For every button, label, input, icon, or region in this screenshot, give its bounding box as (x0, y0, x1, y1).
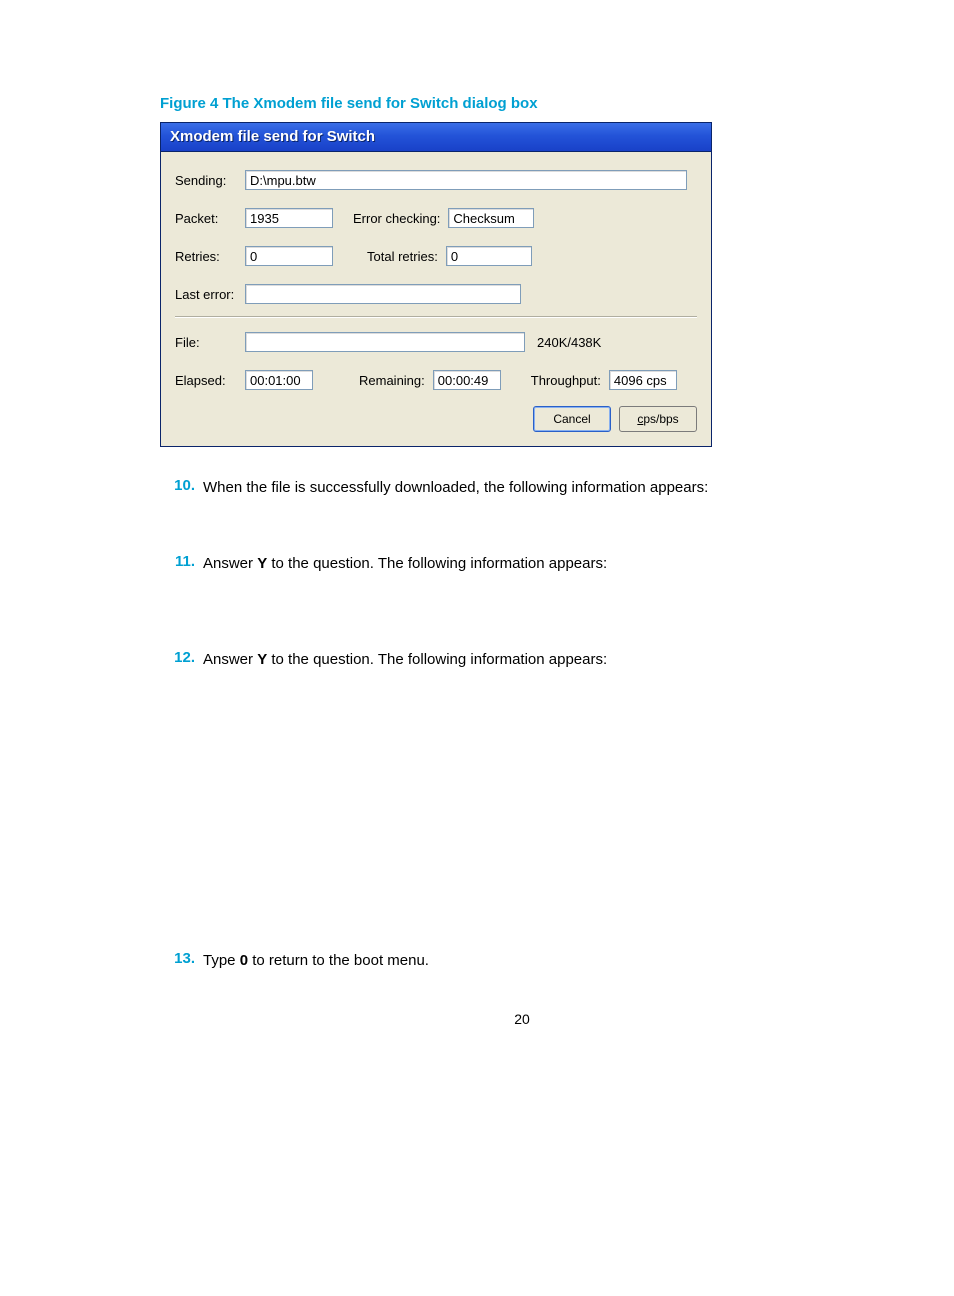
step-text-before: Type (203, 952, 240, 969)
label-error-checking: Error checking: (353, 211, 440, 226)
cpsbps-button[interactable]: cps/bps (619, 406, 697, 432)
xmodem-dialog: Xmodem file send for Switch Sending: D:\… (160, 122, 712, 447)
step-text-before: Answer (203, 555, 257, 572)
row-last-error: Last error: (175, 284, 697, 304)
field-remaining: 00:00:49 (433, 370, 501, 390)
row-packet: Packet: 1935 Error checking: Checksum (175, 208, 697, 228)
row-elapsed: Elapsed: 00:01:00 Remaining: 00:00:49 Th… (175, 370, 697, 390)
field-last-error (245, 284, 521, 304)
step-text-after: to return to the boot menu. (248, 952, 429, 969)
step-text: Answer Y to the question. The following … (203, 553, 884, 574)
row-retries: Retries: 0 Total retries: 0 (175, 246, 697, 266)
step-number: 10. (160, 477, 195, 498)
step-text: Answer Y to the question. The following … (203, 649, 884, 670)
label-elapsed: Elapsed: (175, 373, 245, 388)
step-text: When the file is successfully downloaded… (203, 477, 884, 498)
cpsbps-rest: ps/bps (643, 412, 678, 426)
field-throughput: 4096 cps (609, 370, 677, 390)
step-text-after: to the question. The following informati… (267, 651, 607, 668)
label-retries: Retries: (175, 249, 245, 264)
step-12: 12. Answer Y to the question. The follow… (160, 649, 884, 670)
step-text-before: When the file is successfully downloaded… (203, 479, 708, 496)
step-number: 13. (160, 950, 195, 971)
step-number: 11. (160, 553, 195, 574)
step-10: 10. When the file is successfully downlo… (160, 477, 884, 498)
step-number: 12. (160, 649, 195, 670)
dialog-title-bar: Xmodem file send for Switch (161, 123, 711, 152)
field-progress (245, 332, 525, 352)
cancel-button[interactable]: Cancel (533, 406, 611, 432)
step-text: Type 0 to return to the boot menu. (203, 950, 884, 971)
label-remaining: Remaining: (359, 373, 425, 388)
label-throughput: Throughput: (531, 373, 601, 388)
step-text-after: to the question. The following informati… (267, 555, 607, 572)
step-13: 13. Type 0 to return to the boot menu. (160, 950, 884, 971)
label-packet: Packet: (175, 211, 245, 226)
field-total-retries: 0 (446, 246, 532, 266)
figure-caption: Figure 4 The Xmodem file send for Switch… (160, 95, 884, 112)
step-text-before: Answer (203, 651, 257, 668)
label-sending: Sending: (175, 173, 245, 188)
row-sending: Sending: D:\mpu.btw (175, 170, 697, 190)
step-text-bold: Y (257, 651, 267, 668)
field-retries: 0 (245, 246, 333, 266)
label-total-retries: Total retries: (367, 249, 438, 264)
label-last-error: Last error: (175, 287, 245, 302)
row-file: File: 240K/438K (175, 332, 697, 352)
step-text-bold: Y (257, 555, 267, 572)
page-number: 20 (160, 1011, 884, 1027)
field-sending: D:\mpu.btw (245, 170, 687, 190)
field-packet: 1935 (245, 208, 333, 228)
field-error-checking: Checksum (448, 208, 534, 228)
separator (175, 316, 697, 318)
label-file-size: 240K/438K (537, 335, 601, 350)
field-elapsed: 00:01:00 (245, 370, 313, 390)
label-file: File: (175, 335, 245, 350)
step-11: 11. Answer Y to the question. The follow… (160, 553, 884, 574)
step-text-bold: 0 (240, 952, 248, 969)
